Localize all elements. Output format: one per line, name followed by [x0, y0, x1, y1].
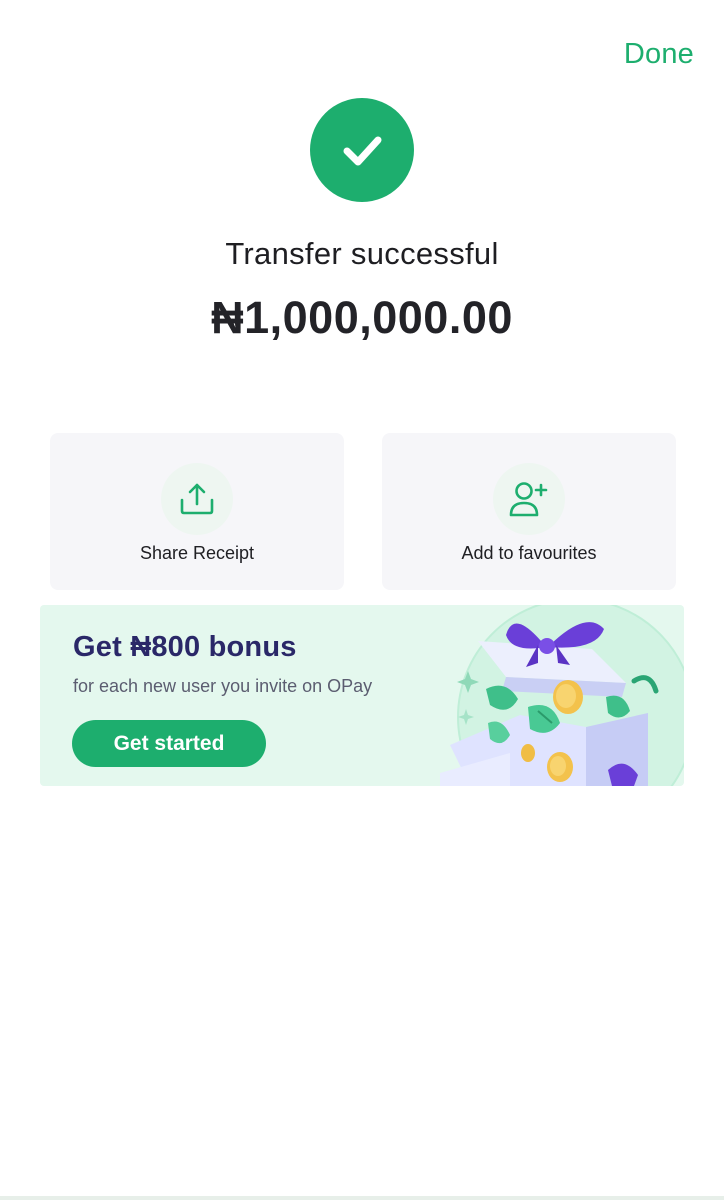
success-badge — [310, 98, 414, 202]
add-user-icon — [509, 482, 548, 517]
share-receipt-label: Share Receipt — [139, 543, 255, 563]
favourite-icon-bubble — [493, 463, 565, 535]
share-receipt-button[interactable]: Share Receipt — [50, 433, 344, 590]
transfer-status-title: Transfer successful — [225, 236, 499, 271]
gift-box-illustration — [440, 605, 684, 786]
share-icon-bubble — [161, 463, 233, 535]
add-to-favourites-button[interactable]: Add to favourites — [382, 433, 676, 590]
check-icon — [343, 136, 382, 166]
add-to-favourites-label: Add to favourites — [461, 543, 597, 563]
transfer-amount: ₦1,000,000.00 — [211, 292, 513, 343]
bottom-edge-divider — [0, 1196, 724, 1200]
get-started-button[interactable]: Get started — [72, 720, 266, 767]
done-button[interactable]: Done — [624, 38, 694, 71]
share-upload-icon — [180, 483, 214, 515]
referral-promo-banner[interactable]: Get ₦800 bonus for each new user you inv… — [40, 605, 684, 786]
promo-title: Get ₦800 bonus — [73, 631, 297, 663]
promo-subtitle: for each new user you invite on OPay — [73, 676, 373, 696]
